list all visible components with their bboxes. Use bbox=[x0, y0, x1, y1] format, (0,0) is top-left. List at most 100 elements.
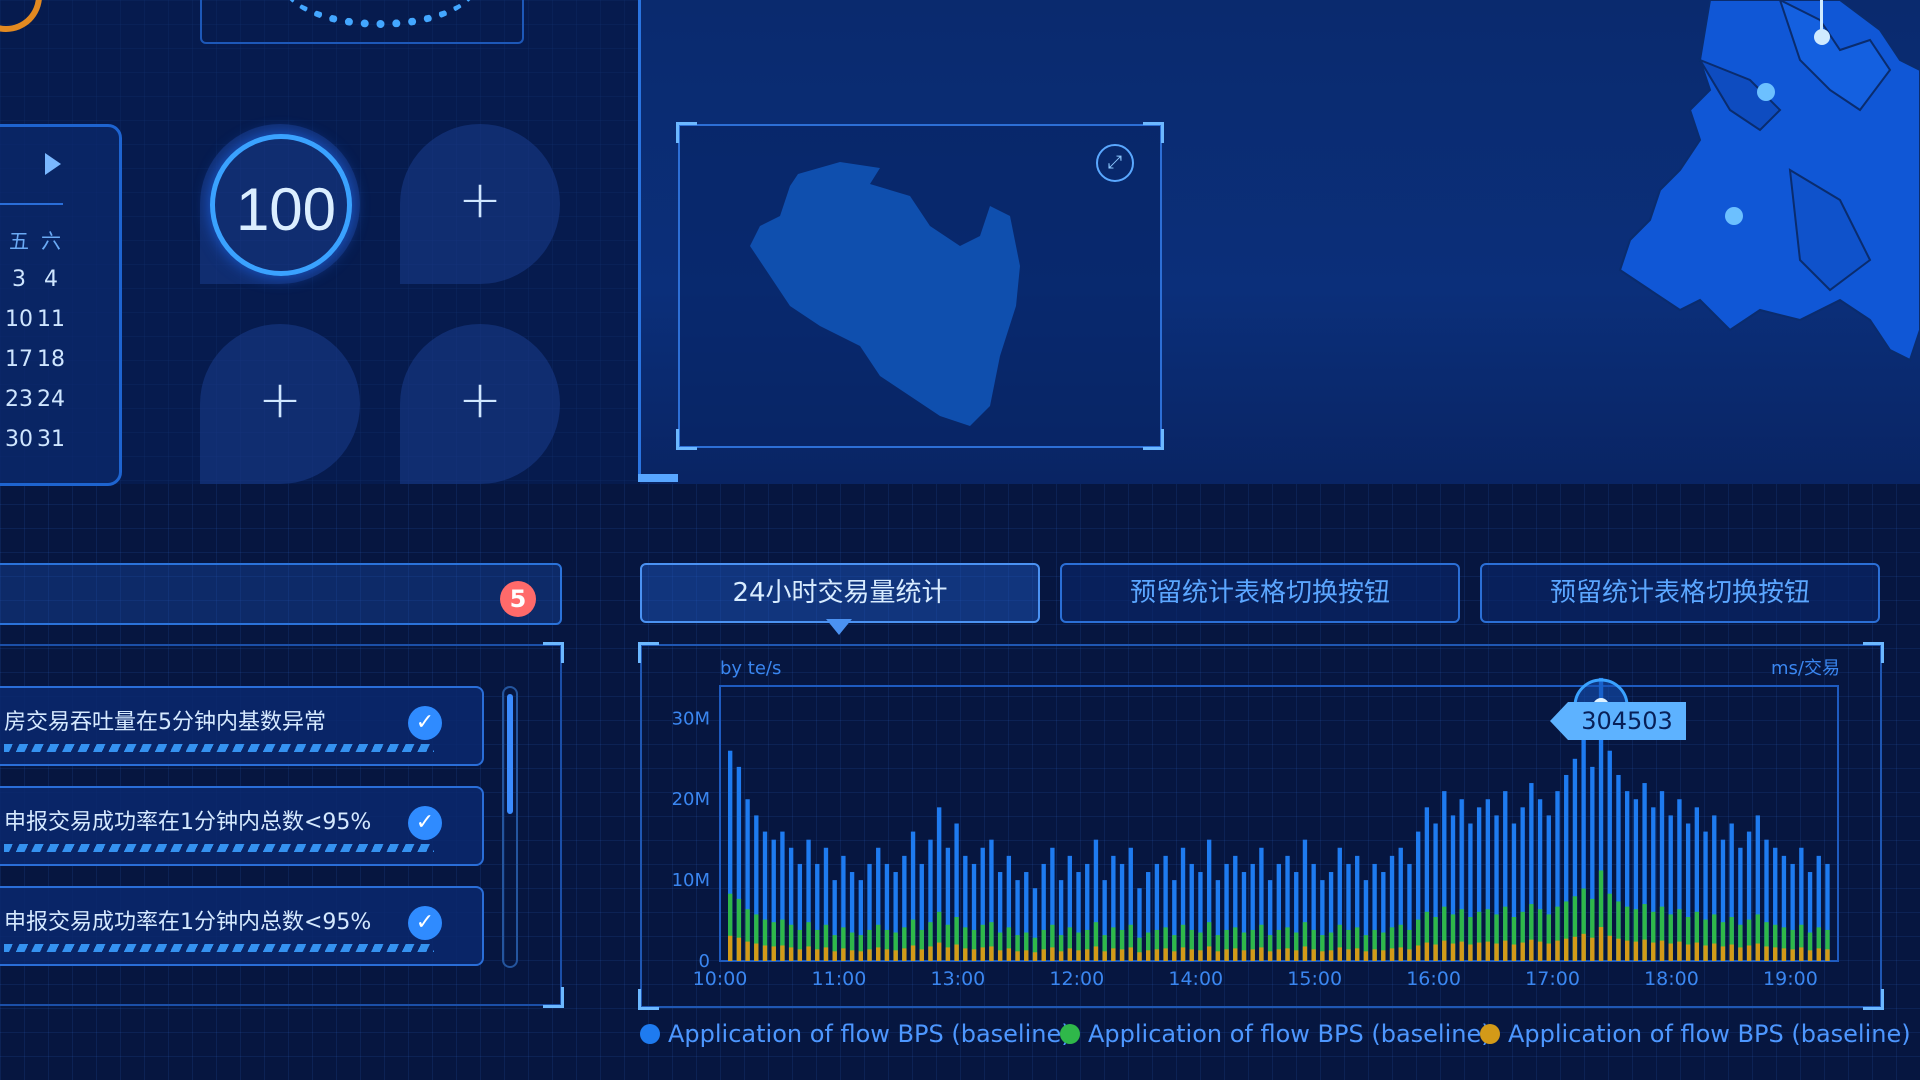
bar-series-3[interactable] bbox=[728, 935, 733, 961]
calendar-day[interactable]: 31 bbox=[35, 427, 67, 452]
bar-series-3[interactable] bbox=[937, 942, 942, 961]
bar-series-3[interactable] bbox=[771, 946, 776, 961]
bar-series-3[interactable] bbox=[1494, 943, 1499, 961]
add-widget-button[interactable]: + bbox=[400, 324, 560, 484]
bar-series-3[interactable] bbox=[1119, 949, 1125, 961]
bar-series-3[interactable] bbox=[945, 947, 951, 961]
bar-series-3[interactable] bbox=[1302, 946, 1308, 961]
bar-series-3[interactable] bbox=[1015, 951, 1020, 961]
bar-series-3[interactable] bbox=[841, 948, 846, 961]
bar-series-3[interactable] bbox=[1233, 948, 1238, 961]
bar-series-3[interactable] bbox=[1285, 948, 1290, 961]
tab-reserved-1[interactable]: 预留统计表格切换按钮 bbox=[1060, 563, 1460, 623]
scroll-thumb[interactable] bbox=[507, 694, 513, 814]
bar-series-3[interactable] bbox=[1407, 949, 1412, 961]
bar-series-3[interactable] bbox=[858, 951, 863, 961]
bar-series-3[interactable] bbox=[1128, 947, 1133, 961]
bar-series-3[interactable] bbox=[1720, 946, 1726, 961]
bar-series-3[interactable] bbox=[1102, 951, 1107, 961]
bar-series-3[interactable] bbox=[1041, 949, 1046, 961]
bar-series-3[interactable] bbox=[1581, 933, 1586, 961]
calendar-day[interactable]: 17 bbox=[3, 347, 35, 372]
bar-series-3[interactable] bbox=[1459, 941, 1464, 961]
bar-series-3[interactable] bbox=[1511, 944, 1517, 962]
bar-series-3[interactable] bbox=[1537, 941, 1543, 961]
bar-series-3[interactable] bbox=[1485, 941, 1491, 961]
bar-series-3[interactable] bbox=[1755, 943, 1760, 961]
bar-series-3[interactable] bbox=[1346, 949, 1351, 961]
bar-series-3[interactable] bbox=[1381, 950, 1386, 961]
bar-series-3[interactable] bbox=[1668, 943, 1673, 961]
bar-series-3[interactable] bbox=[1076, 950, 1081, 961]
bar-series-3[interactable] bbox=[1546, 943, 1551, 961]
bar-series-3[interactable] bbox=[1180, 947, 1186, 961]
bar-series-3[interactable] bbox=[1616, 938, 1621, 961]
bar-series-3[interactable] bbox=[1738, 947, 1743, 961]
bar-series-3[interactable] bbox=[1189, 949, 1194, 961]
bar-series-3[interactable] bbox=[1415, 945, 1421, 961]
bar-series-3[interactable] bbox=[1790, 949, 1795, 961]
calendar-day[interactable]: 3 bbox=[3, 267, 35, 292]
alert-item[interactable]: 申报交易成功率在1分钟内总数<95% ✓ bbox=[0, 786, 484, 866]
bar-series-3[interactable] bbox=[1746, 945, 1752, 961]
bar-series-3[interactable] bbox=[1067, 948, 1072, 961]
alert-item[interactable]: 房交易吞吐量在5分钟内基数异常 ✓ bbox=[0, 686, 484, 766]
bar-series-3[interactable] bbox=[754, 943, 759, 961]
bar-series-3[interactable] bbox=[1598, 927, 1604, 961]
bar-series-3[interactable] bbox=[884, 949, 890, 961]
bar-series-3[interactable] bbox=[1198, 950, 1203, 961]
bar-series-3[interactable] bbox=[1328, 950, 1334, 961]
bar-series-3[interactable] bbox=[1590, 937, 1595, 961]
bar-series-3[interactable] bbox=[1093, 946, 1099, 961]
bar-series-3[interactable] bbox=[1224, 949, 1229, 961]
bar-series-3[interactable] bbox=[1389, 948, 1395, 961]
legend-item[interactable]: Application of flow BPS (baseline) bbox=[1480, 1020, 1911, 1048]
bar-series-3[interactable] bbox=[1503, 940, 1508, 961]
calendar-day[interactable]: 4 bbox=[35, 267, 67, 292]
bar-series-3[interactable] bbox=[1685, 944, 1691, 962]
bar-series-3[interactable] bbox=[910, 945, 916, 961]
bar-series-3[interactable] bbox=[788, 947, 794, 961]
bar-series-3[interactable] bbox=[736, 937, 742, 961]
bar-series-3[interactable] bbox=[1111, 948, 1116, 961]
bar-series-3[interactable] bbox=[1694, 942, 1700, 961]
tab-24h-volume[interactable]: 24小时交易量统计 bbox=[640, 563, 1040, 623]
bar-series-3[interactable] bbox=[815, 949, 820, 961]
bar-series-3[interactable] bbox=[997, 950, 1003, 961]
bar-series-3[interactable] bbox=[1337, 947, 1342, 961]
bar-series-3[interactable] bbox=[1320, 951, 1325, 961]
bar-series-3[interactable] bbox=[797, 949, 803, 961]
calendar-day[interactable]: 10 bbox=[3, 307, 35, 332]
bar-series-3[interactable] bbox=[780, 945, 785, 961]
bar-series-3[interactable] bbox=[1433, 944, 1438, 962]
bar-series-3[interactable] bbox=[1206, 946, 1212, 961]
bar-series-3[interactable] bbox=[1215, 951, 1221, 961]
bar-series-3[interactable] bbox=[1259, 947, 1264, 961]
bar-series-3[interactable] bbox=[1267, 951, 1273, 961]
bar-series-3[interactable] bbox=[1799, 947, 1804, 961]
bar-series-3[interactable] bbox=[867, 949, 872, 961]
bar-series-3[interactable] bbox=[762, 945, 768, 961]
legend-item[interactable]: Application of flow BPS (baseline) bbox=[640, 1020, 1071, 1048]
check-icon[interactable]: ✓ bbox=[408, 706, 442, 740]
bar-series-3[interactable] bbox=[1712, 943, 1717, 961]
bar-series-3[interactable] bbox=[1024, 950, 1029, 961]
bar-series-3[interactable] bbox=[1555, 940, 1560, 961]
check-icon[interactable]: ✓ bbox=[408, 906, 442, 940]
add-widget-button[interactable]: + bbox=[400, 124, 560, 284]
bar-series-3[interactable] bbox=[1355, 948, 1360, 961]
bar-series-3[interactable] bbox=[1624, 940, 1630, 961]
bar-series-3[interactable] bbox=[1468, 944, 1473, 962]
check-icon[interactable]: ✓ bbox=[408, 806, 442, 840]
bar-series-3[interactable] bbox=[1163, 948, 1168, 961]
bar-series-3[interactable] bbox=[876, 947, 881, 961]
bar-series-3[interactable] bbox=[1146, 950, 1151, 961]
bar-series-3[interactable] bbox=[1398, 947, 1403, 961]
bar-series-3[interactable] bbox=[954, 944, 959, 962]
bar-series-3[interactable] bbox=[1450, 943, 1456, 961]
bar-series-3[interactable] bbox=[823, 947, 829, 961]
bar-series-3[interactable] bbox=[1241, 950, 1247, 961]
bar-series-3[interactable] bbox=[1363, 951, 1369, 961]
calendar-day[interactable]: 24 bbox=[35, 387, 67, 412]
bar-series-3[interactable] bbox=[1137, 952, 1142, 961]
